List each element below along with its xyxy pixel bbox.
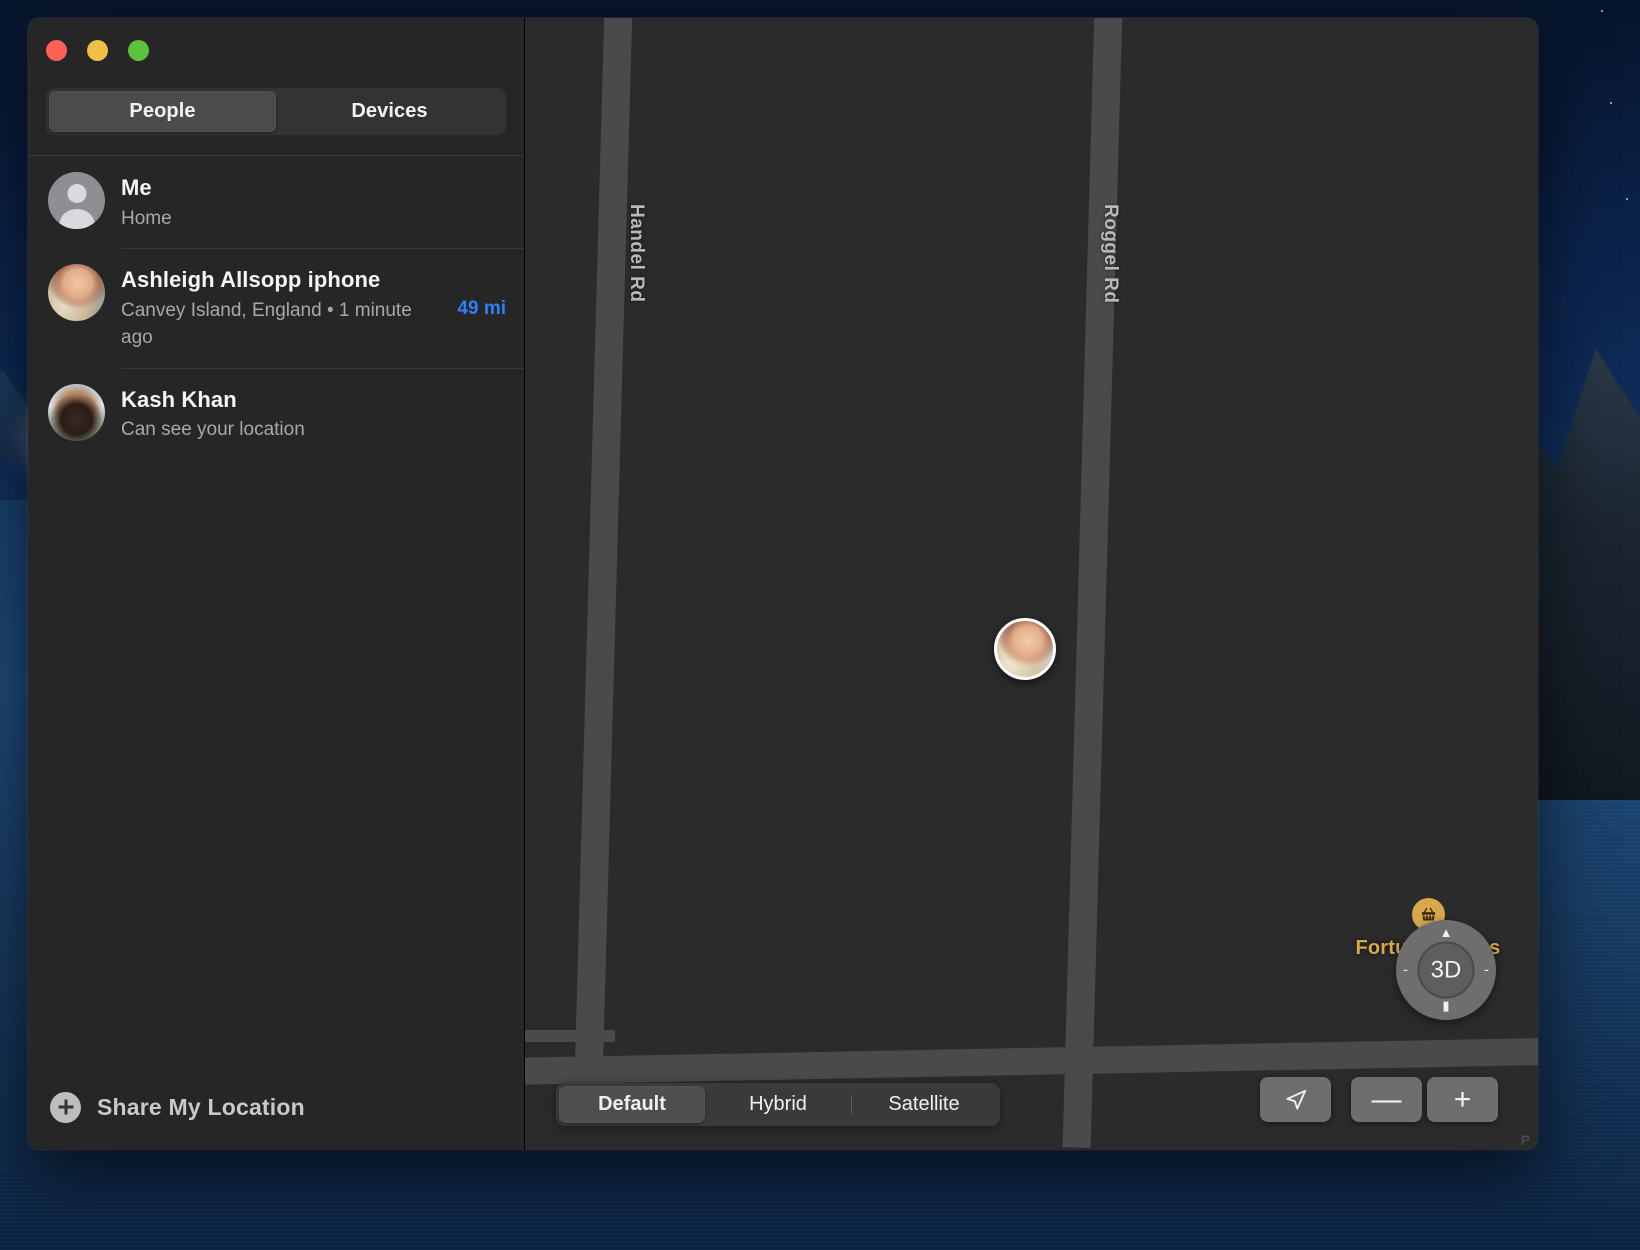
list-item-text: Me Home xyxy=(121,172,506,232)
dial-tilt-up-icon[interactable]: ▲ xyxy=(1440,926,1453,939)
person-subtitle: Can see your location xyxy=(121,419,305,441)
find-my-window: People Devices Me Home Ashleigh Allsopp … xyxy=(28,18,1538,1150)
map-type-segmented-control: Default Hybrid Satellite xyxy=(556,1083,1000,1126)
close-button[interactable] xyxy=(46,40,67,61)
person-name: Kash Khan xyxy=(121,386,237,412)
person-location-pin[interactable] xyxy=(994,618,1056,680)
person-detail-row: Home xyxy=(121,206,506,233)
share-my-location-button[interactable]: Share My Location xyxy=(28,1064,524,1150)
minimize-button[interactable] xyxy=(87,40,108,61)
avatar xyxy=(48,172,105,229)
road-handel-rd xyxy=(574,18,633,1068)
person-detail-row: Canvey Island, England • 1 minute ago 49… xyxy=(121,298,506,352)
wallpaper-star xyxy=(1610,102,1612,104)
map-canvas[interactable]: Handel Rd Roggel Rd Fortuna Stores Defau… xyxy=(525,18,1538,1150)
person-subtitle: Home xyxy=(121,207,172,229)
road-stub xyxy=(525,1030,615,1042)
share-my-location-label: Share My Location xyxy=(97,1093,305,1120)
dial-rotate-right-icon[interactable]: - xyxy=(1484,963,1489,978)
road-label-handel-rd: Handel Rd xyxy=(626,204,647,303)
person-name: Ashleigh Allsopp iphone xyxy=(121,267,381,293)
map-type-satellite-label: Satellite xyxy=(888,1093,960,1115)
tab-devices[interactable]: Devices xyxy=(276,91,503,132)
map-type-default[interactable]: Default xyxy=(559,1086,705,1123)
wallpaper-star xyxy=(1626,198,1628,200)
people-list: Me Home Ashleigh Allsopp iphone Canvey I… xyxy=(28,156,524,1150)
list-item[interactable]: Ashleigh Allsopp iphone Canvey Island, E… xyxy=(28,248,524,367)
wallpaper-star xyxy=(1601,10,1603,12)
person-detail-row: Can see your location xyxy=(121,417,506,444)
3d-toggle-button[interactable]: 3D xyxy=(1417,941,1475,999)
tab-people-label: People xyxy=(129,100,196,122)
tab-devices-label: Devices xyxy=(351,100,428,122)
3d-compass-dial[interactable]: ▲ ▮ - - 3D xyxy=(1396,920,1496,1020)
map-type-hybrid-label: Hybrid xyxy=(749,1093,807,1115)
zoom-in-button[interactable]: + xyxy=(1427,1077,1498,1122)
person-distance: 49 mi xyxy=(457,297,506,319)
list-item[interactable]: Me Home xyxy=(28,156,524,248)
sidebar-tab-group: People Devices xyxy=(46,88,506,135)
map-zoom-controls: — + xyxy=(1351,1077,1498,1122)
map-type-default-label: Default xyxy=(598,1093,666,1115)
locate-me-button[interactable] xyxy=(1260,1077,1331,1122)
plus-circle-icon xyxy=(50,1091,81,1123)
dial-rotate-left-icon[interactable]: - xyxy=(1403,963,1408,978)
avatar xyxy=(48,383,105,441)
person-subtitle: Canvey Island, England • 1 minute ago xyxy=(121,299,412,348)
list-item-text: Ashleigh Allsopp iphone Canvey Island, E… xyxy=(121,264,506,351)
map-type-satellite[interactable]: Satellite xyxy=(851,1086,997,1123)
road-roggel-rd xyxy=(1062,18,1123,1148)
navigation-arrow-icon xyxy=(1285,1089,1306,1110)
map-type-hybrid[interactable]: Hybrid xyxy=(705,1086,851,1123)
list-item[interactable]: Kash Khan Can see your location xyxy=(28,367,524,460)
person-name: Me xyxy=(121,175,152,200)
window-traffic-lights xyxy=(28,18,524,76)
dial-tilt-down-icon[interactable]: ▮ xyxy=(1442,999,1449,1012)
list-item-text: Kash Khan Can see your location xyxy=(121,384,506,444)
road-label-roggel-rd: Roggel Rd xyxy=(1100,204,1121,304)
map-watermark: P xyxy=(1520,1132,1530,1148)
sidebar: People Devices Me Home Ashleigh Allsopp … xyxy=(28,18,525,1150)
zoom-out-button[interactable]: — xyxy=(1351,1077,1422,1122)
zoom-button[interactable] xyxy=(128,40,149,61)
avatar xyxy=(48,264,105,322)
tab-people[interactable]: People xyxy=(49,91,276,132)
